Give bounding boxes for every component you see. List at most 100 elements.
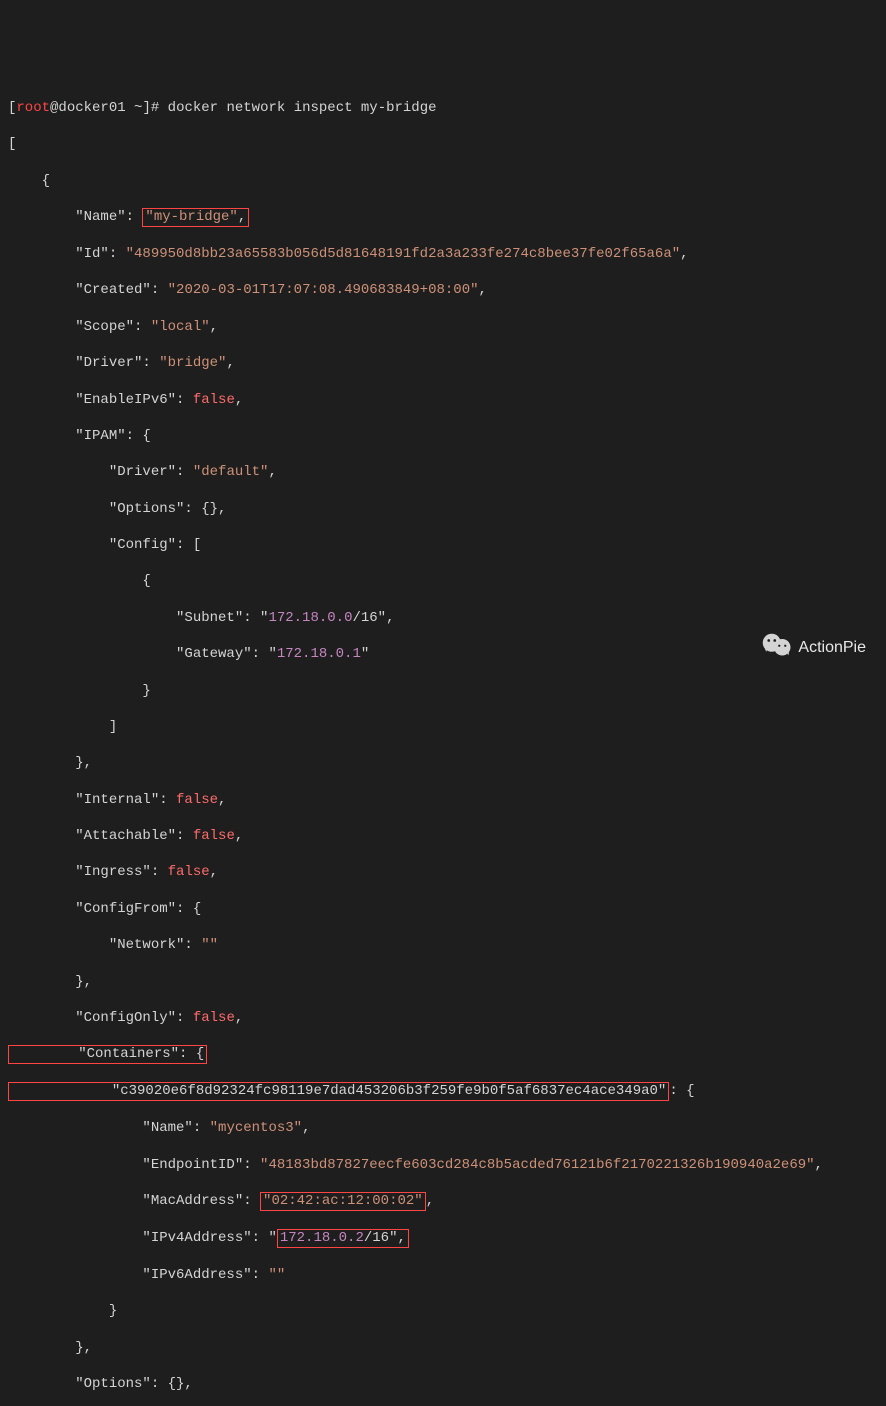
container-close: } bbox=[8, 1302, 878, 1320]
container-ipv4-key: "IPv4Address": " bbox=[8, 1230, 277, 1246]
container-name-line: "Name": "mycentos3", bbox=[8, 1119, 878, 1137]
configonly-line: "ConfigOnly": false, bbox=[8, 1009, 878, 1027]
network-line: "Network": "" bbox=[8, 936, 878, 954]
ipam-cfg-obj-open: { bbox=[8, 572, 878, 590]
container-ipv4-ip: 172.18.0.2 bbox=[280, 1230, 364, 1246]
attachable-key: "Attachable": bbox=[8, 828, 193, 844]
watermark: ActionPie bbox=[745, 613, 866, 685]
container-id-line: "c39020e6f8d92324fc98119e7dad453206b3f25… bbox=[8, 1082, 878, 1101]
comma: , bbox=[235, 828, 243, 844]
comma: , bbox=[235, 392, 243, 408]
ipam-driver-value: "default" bbox=[193, 464, 269, 480]
false-value: false bbox=[176, 792, 218, 808]
container-endpoint-value: "48183bd87827eecfe603cd284c8b5acded76121… bbox=[260, 1157, 815, 1173]
gateway-ip: 172.18.0.1 bbox=[277, 646, 361, 662]
driver-value: "bridge" bbox=[159, 355, 226, 371]
scope-key: "Scope": bbox=[8, 319, 151, 335]
container-ipv6-key: "IPv6Address": bbox=[8, 1267, 268, 1283]
enableipv6-key: "EnableIPv6": bbox=[8, 392, 193, 408]
id-value: "489950d8bb23a65583b056d5d81648191fd2a3a… bbox=[126, 246, 681, 262]
id-line: "Id": "489950d8bb23a65583b056d5d81648191… bbox=[8, 245, 878, 263]
prompt-close: ]# bbox=[142, 100, 167, 116]
containers-key: "Containers": { bbox=[11, 1046, 204, 1062]
container-ipv6-value: "" bbox=[268, 1267, 285, 1283]
comma: , bbox=[210, 864, 218, 880]
subnet-key: "Subnet": " bbox=[8, 610, 268, 626]
mac-highlight: "02:42:ac:12:00:02" bbox=[260, 1192, 426, 1211]
network-value: "" bbox=[201, 937, 218, 953]
name-value-highlight: "my-bridge", bbox=[142, 208, 249, 227]
id-key: "Id": bbox=[8, 246, 126, 262]
false-value: false bbox=[193, 1010, 235, 1026]
container-mac-line: "MacAddress": "02:42:ac:12:00:02", bbox=[8, 1192, 878, 1211]
container-endpoint-key: "EndpointID": bbox=[8, 1157, 260, 1173]
comma: , bbox=[302, 1120, 310, 1136]
watermark-text: ActionPie bbox=[798, 638, 866, 659]
comma: , bbox=[479, 282, 487, 298]
network-key: "Network": bbox=[8, 937, 201, 953]
containers-close: }, bbox=[8, 1339, 878, 1357]
prompt-path: ~ bbox=[126, 100, 143, 116]
containers-key-highlight: "Containers": { bbox=[8, 1045, 207, 1064]
comma: , bbox=[210, 319, 218, 335]
attachable-line: "Attachable": false, bbox=[8, 827, 878, 845]
driver-key: "Driver": bbox=[8, 355, 159, 371]
ipam-driver-key: "Driver": bbox=[8, 464, 193, 480]
options-line: "Options": {}, bbox=[8, 1375, 878, 1393]
container-ipv4-suffix: /16", bbox=[364, 1230, 406, 1246]
ipam-driver-line: "Driver": "default", bbox=[8, 463, 878, 481]
driver-line: "Driver": "bridge", bbox=[8, 354, 878, 372]
name-value: "my-bridge" bbox=[145, 209, 237, 225]
container-mac-value: "02:42:ac:12:00:02" bbox=[263, 1193, 423, 1209]
json-open-array: [ bbox=[8, 135, 878, 153]
ipam-config-open: "Config": [ bbox=[8, 536, 878, 554]
comma: , bbox=[238, 209, 246, 225]
container-endpoint-line: "EndpointID": "48183bd87827eecfe603cd284… bbox=[8, 1156, 878, 1174]
false-value: false bbox=[193, 828, 235, 844]
terminal-output: [root@docker01 ~]# docker network inspec… bbox=[8, 81, 878, 1406]
scope-value: "local" bbox=[151, 319, 210, 335]
ipam-close: }, bbox=[8, 754, 878, 772]
ipam-options-line: "Options": {}, bbox=[8, 500, 878, 518]
comma: , bbox=[218, 792, 226, 808]
comma: , bbox=[815, 1157, 823, 1173]
prompt-line: [root@docker01 ~]# docker network inspec… bbox=[8, 99, 878, 117]
container-id-key: "c39020e6f8d92324fc98119e7dad453206b3f25… bbox=[11, 1083, 666, 1099]
created-value: "2020-03-01T17:07:08.490683849+08:00" bbox=[168, 282, 479, 298]
container-mac-key: "MacAddress": bbox=[8, 1193, 260, 1209]
ingress-key: "Ingress": bbox=[8, 864, 168, 880]
container-name-value: "mycentos3" bbox=[210, 1120, 302, 1136]
name-line: "Name": "my-bridge", bbox=[8, 208, 878, 227]
prompt-host: docker01 bbox=[58, 100, 125, 116]
json-open-object: { bbox=[8, 172, 878, 190]
enableipv6-line: "EnableIPv6": false, bbox=[8, 391, 878, 409]
ipam-open: "IPAM": { bbox=[8, 427, 878, 445]
comma: , bbox=[426, 1193, 434, 1209]
configfrom-open: "ConfigFrom": { bbox=[8, 900, 878, 918]
created-key: "Created": bbox=[8, 282, 168, 298]
internal-line: "Internal": false, bbox=[8, 791, 878, 809]
scope-line: "Scope": "local", bbox=[8, 318, 878, 336]
prompt-user: root bbox=[16, 100, 50, 116]
container-ipv4-line: "IPv4Address": "172.18.0.2/16", bbox=[8, 1229, 878, 1248]
subnet-ip: 172.18.0.0 bbox=[268, 610, 352, 626]
configfrom-close: }, bbox=[8, 973, 878, 991]
comma: , bbox=[268, 464, 276, 480]
subnet-suffix: /16", bbox=[352, 610, 394, 626]
command-text: docker network inspect my-bridge bbox=[168, 100, 437, 116]
false-value: false bbox=[193, 392, 235, 408]
gateway-suffix: " bbox=[361, 646, 369, 662]
wechat-icon bbox=[745, 613, 793, 685]
comma: , bbox=[235, 1010, 243, 1026]
internal-key: "Internal": bbox=[8, 792, 176, 808]
gateway-key: "Gateway": " bbox=[8, 646, 277, 662]
container-ipv6-line: "IPv6Address": "" bbox=[8, 1266, 878, 1284]
comma: , bbox=[680, 246, 688, 262]
configonly-key: "ConfigOnly": bbox=[8, 1010, 193, 1026]
comma: , bbox=[226, 355, 234, 371]
ipv4-highlight: 172.18.0.2/16", bbox=[277, 1229, 409, 1248]
created-line: "Created": "2020-03-01T17:07:08.49068384… bbox=[8, 281, 878, 299]
ingress-line: "Ingress": false, bbox=[8, 863, 878, 881]
name-key: "Name": bbox=[8, 209, 142, 225]
ipam-config-close: ] bbox=[8, 718, 878, 736]
